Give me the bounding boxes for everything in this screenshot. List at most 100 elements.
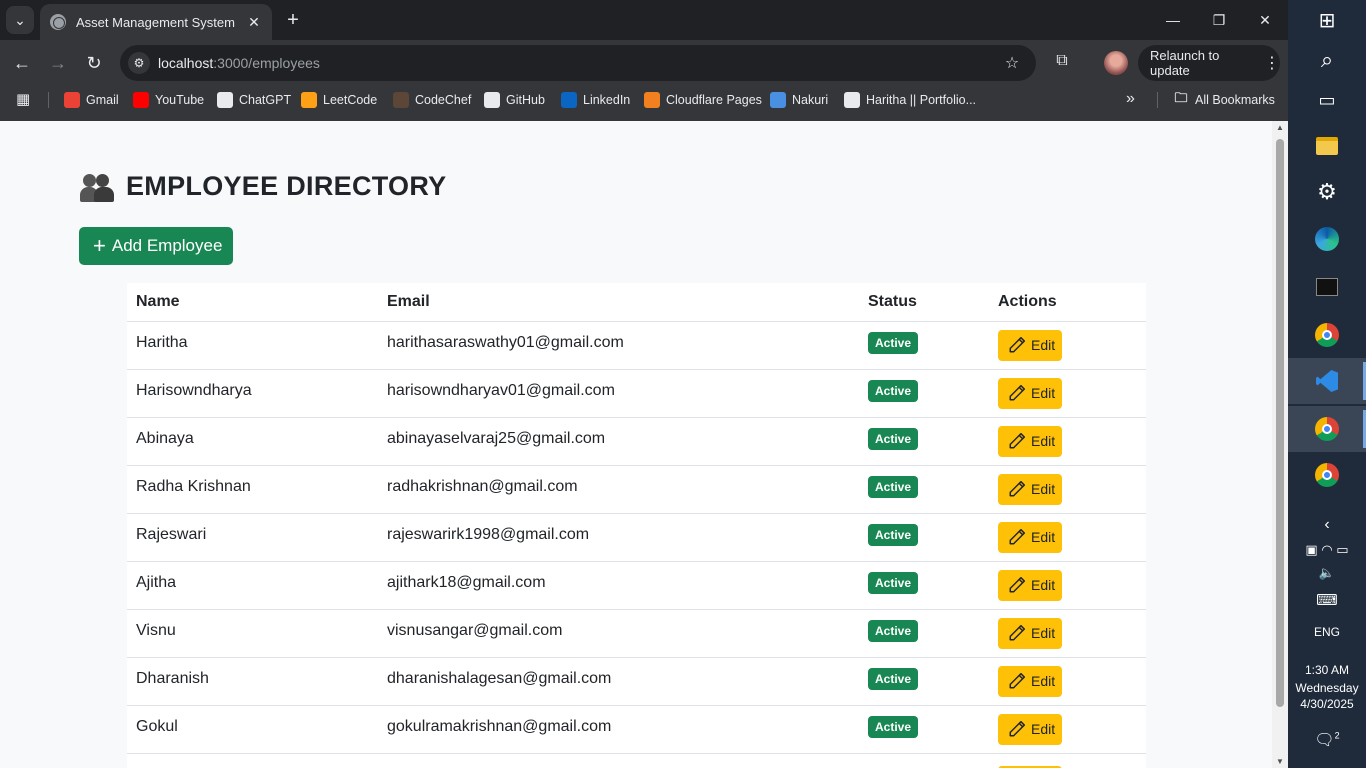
chrome-profile-icon[interactable] [1288,406,1366,452]
status-badge: Active [868,667,919,690]
employee-name: Rajeswari [127,513,378,562]
bookmark-github[interactable]: GitHub [484,86,545,114]
network-icon[interactable]: ▣ ◠ ▭ [1288,542,1366,558]
pencil-icon [1009,672,1026,689]
all-bookmarks-button[interactable]: 🗀 All Bookmarks [1173,86,1274,114]
actions-cell [989,753,1146,768]
restore-button[interactable]: ❐ [1196,0,1242,40]
edit-button[interactable]: Edit [998,329,1062,361]
bookmark-leetcode[interactable]: LeetCode [301,86,377,114]
edit-button[interactable]: Edit [998,473,1062,505]
edit-button[interactable]: Edit [998,617,1062,649]
chrome-icon[interactable] [1288,452,1366,498]
windows-start-icon[interactable]: ⊞ [1288,2,1366,38]
header-name: Name [127,283,378,322]
header-email: Email [378,283,859,322]
table-header-row: Name Email Status Actions [127,283,1146,322]
task-view-icon[interactable]: ▭ [1288,82,1366,118]
status-cell: Active [859,369,989,418]
close-window-button[interactable]: ✕ [1242,0,1288,40]
pencil-icon [1009,384,1026,401]
language-indicator[interactable]: ENG [1288,625,1366,639]
table-row: Ajitha ajithark18@gmail.com Active Edit [127,561,1146,610]
volume-icon[interactable]: 🔈 [1288,565,1366,581]
employee-name: Dharanish [127,657,378,706]
more-bookmarks-icon[interactable]: » [1126,90,1135,108]
employee-name: Harisowndharya [127,369,378,418]
search-icon[interactable]: ⌕ [1288,42,1366,78]
edit-button[interactable]: Edit [998,569,1062,601]
status-badge: Active [868,427,919,450]
table-row [127,753,1146,768]
status-cell: Active [859,321,989,370]
employee-email: radhakrishnan@gmail.com [378,465,859,514]
page-scrollbar[interactable]: ▲ ▼ [1272,121,1288,768]
scrollbar-thumb[interactable] [1276,139,1284,707]
bookmark-naukri[interactable]: Nakuri [770,86,828,114]
employee-name: Visnu [127,609,378,658]
youtube-icon [133,92,149,108]
edit-button[interactable]: Edit [998,521,1062,553]
site-info-icon[interactable]: ⚙ [128,52,150,74]
profile-avatar[interactable] [1104,51,1128,75]
back-button[interactable]: ← [7,48,37,78]
show-hidden-icons[interactable]: ‹ [1288,516,1366,534]
close-tab-icon[interactable]: ✕ [246,14,262,31]
scroll-down-icon[interactable]: ▼ [1276,757,1284,766]
status-badge: Active [868,475,919,498]
actions-cell: Edit [989,657,1146,706]
edge-icon[interactable] [1288,216,1366,262]
page-title: EMPLOYEE DIRECTORY [126,171,447,201]
employee-name: Abinaya [127,417,378,466]
bookmark-star-icon[interactable]: ☆ [1000,53,1024,73]
keyboard-icon[interactable]: ⌨ [1288,591,1366,609]
edit-button[interactable]: Edit [998,377,1062,409]
edit-button[interactable]: Edit [998,665,1062,697]
tab-search-button[interactable]: ⌄ [6,6,34,34]
employee-name: Radha Krishnan [127,465,378,514]
edit-button[interactable]: Edit [998,713,1062,745]
bookmark-globe[interactable]: Haritha || Portfolio... [844,86,976,114]
apps-grid-icon[interactable]: ▦ [16,90,30,108]
add-employee-button[interactable]: + Add Employee [79,227,233,265]
terminal-icon[interactable] [1288,264,1366,310]
employee-name: Gokul [127,705,378,754]
scroll-up-icon[interactable]: ▲ [1276,123,1284,132]
extensions-icon[interactable]: ⧉ [1050,52,1074,76]
pencil-icon [1009,720,1026,737]
bookmark-chatgpt[interactable]: ChatGPT [217,86,291,114]
forward-button[interactable]: → [43,48,73,78]
reload-button[interactable]: ↻ [79,48,109,78]
url-text[interactable]: localhost:3000/employees [158,55,1000,71]
address-bar[interactable]: ⚙ localhost:3000/employees ☆ [120,45,1036,81]
bookmark-youtube[interactable]: YouTube [133,86,204,114]
relaunch-button[interactable]: Relaunch to update ⋮ [1138,45,1280,81]
bookmark-cloudflare[interactable]: Cloudflare Pages [644,86,762,114]
actions-cell: Edit [989,561,1146,610]
clock-date[interactable]: 4/30/2025 [1288,697,1366,711]
vscode-icon[interactable] [1288,358,1366,404]
browser-tab[interactable]: Asset Management System ✕ [40,4,272,40]
edit-button[interactable]: Edit [998,425,1062,457]
actions-cell: Edit [989,609,1146,658]
table-row: Visnu visnusangar@gmail.com Active Edit [127,609,1146,658]
menu-dots-icon[interactable]: ⋮ [1264,53,1280,73]
bookmark-gmail[interactable]: Gmail [64,86,119,114]
chrome-icon[interactable] [1288,312,1366,358]
minimize-button[interactable]: — [1150,0,1196,40]
status-cell: Active [859,417,989,466]
clock-time[interactable]: 1:30 AM [1288,663,1366,677]
bookmark-codechef[interactable]: CodeChef [393,86,471,114]
status-cell: Active [859,561,989,610]
page-heading: EMPLOYEE DIRECTORY [80,171,446,202]
plus-icon: + [93,233,106,258]
file-explorer-icon[interactable] [1288,124,1366,168]
notification-icon[interactable]: 🗨2 [1288,730,1366,750]
settings-icon[interactable]: ⚙ [1288,170,1366,214]
clock-day[interactable]: Wednesday [1288,681,1366,695]
status-cell: Active [859,657,989,706]
bookmark-linkedin[interactable]: LinkedIn [561,86,630,114]
divider [1157,92,1158,108]
new-tab-button[interactable]: + [282,8,304,32]
folder-icon: 🗀 [1174,90,1188,105]
